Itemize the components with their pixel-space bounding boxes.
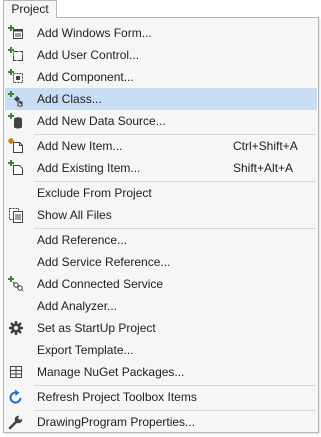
menu-item-label: Exclude From Project (37, 186, 152, 200)
windows-form-icon (8, 25, 24, 41)
project-dropdown-menu: Add Windows Form... Add User Control... … (3, 17, 319, 433)
menu-item-label: Add New Data Source... (37, 114, 166, 128)
menu-item-label: Add Reference... (37, 233, 128, 247)
existing-item-icon (8, 160, 24, 176)
menu-item-add-user-control[interactable]: Add User Control... (5, 44, 317, 66)
menu-item-label: Add User Control... (37, 48, 140, 62)
menu-item-label: DrawingProgram Properties... (37, 415, 196, 429)
gear-icon (8, 320, 24, 336)
menu-item-label: Refresh Project Toolbox Items (37, 390, 197, 404)
menu-item-add-component[interactable]: Add Component... (5, 66, 317, 88)
menu-item-label: Add Component... (37, 70, 134, 84)
wrench-icon (8, 414, 24, 430)
menu-item-set-as-startup-project[interactable]: Set as StartUp Project (5, 317, 317, 339)
menu-item-exclude-from-project[interactable]: Exclude From Project (5, 182, 317, 204)
component-icon (8, 69, 24, 85)
menu-bar: Project (0, 0, 321, 18)
menu-item-manage-nuget-packages[interactable]: Manage NuGet Packages... (5, 361, 317, 383)
menu-item-export-template[interactable]: Export Template... (5, 339, 317, 361)
menu-item-add-class[interactable]: Add Class... (5, 88, 317, 110)
menu-item-label: Add New Item... (37, 139, 123, 153)
menu-item-show-all-files[interactable]: Show All Files (5, 204, 317, 226)
menu-item-label: Manage NuGet Packages... (37, 365, 185, 379)
menu-item-label: Set as StartUp Project (37, 321, 156, 335)
menu-item-drawingprogram-properties[interactable]: DrawingProgram Properties... (5, 411, 317, 433)
menu-item-add-connected-service[interactable]: Add Connected Service (5, 273, 317, 295)
menu-item-label: Add Analyzer... (37, 299, 118, 313)
menu-item-label: Add Windows Form... (37, 26, 152, 40)
menu-item-add-analyzer[interactable]: Add Analyzer... (5, 295, 317, 317)
menu-item-label: Add Service Reference... (37, 255, 171, 269)
project-menu-tab[interactable]: Project (3, 0, 57, 18)
refresh-icon (8, 389, 24, 405)
menu-item-label: Add Existing Item... (37, 161, 141, 175)
menu-item-add-existing-item[interactable]: Add Existing Item... Shift+Alt+A (5, 157, 317, 179)
menu-item-add-service-reference[interactable]: Add Service Reference... (5, 251, 317, 273)
menu-item-label: Add Class... (37, 92, 102, 106)
menu-item-label: Add Connected Service (37, 277, 164, 291)
user-control-icon (8, 47, 24, 63)
data-source-icon (8, 113, 24, 129)
menu-item-label: Show All Files (37, 208, 112, 222)
menu-item-add-reference[interactable]: Add Reference... (5, 229, 317, 251)
show-all-files-icon (8, 207, 24, 223)
class-icon (8, 91, 24, 107)
new-item-icon (8, 138, 24, 154)
menu-item-add-new-data-source[interactable]: Add New Data Source... (5, 110, 317, 132)
nuget-icon (8, 364, 24, 380)
connected-service-icon (8, 276, 24, 292)
menu-item-shortcut: Shift+Alt+A (233, 161, 294, 175)
menu-item-add-new-item[interactable]: Add New Item... Ctrl+Shift+A (5, 135, 317, 157)
menu-item-refresh-project-toolbox-items[interactable]: Refresh Project Toolbox Items (5, 386, 317, 408)
menu-item-add-windows-form[interactable]: Add Windows Form... (5, 22, 317, 44)
menu-item-label: Export Template... (37, 343, 134, 357)
menu-item-shortcut: Ctrl+Shift+A (233, 139, 298, 153)
